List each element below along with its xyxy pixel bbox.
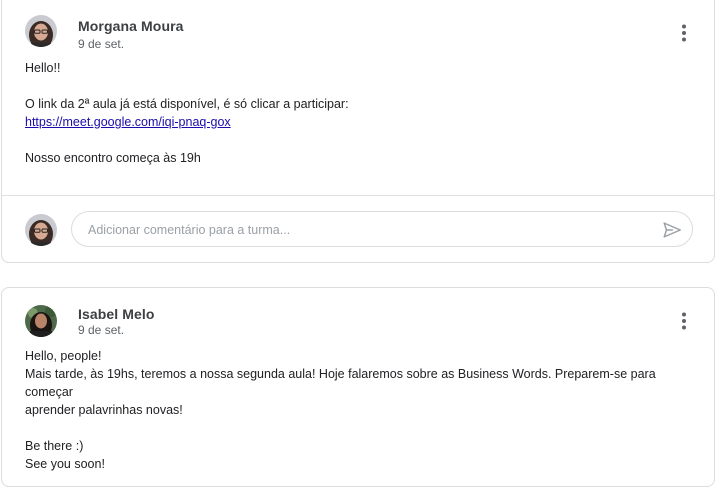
post-text-line: Hello!! <box>25 61 61 75</box>
avatar-image <box>25 214 57 246</box>
post-menu-button[interactable] <box>672 21 696 45</box>
send-icon <box>663 222 681 238</box>
author-avatar[interactable] <box>25 15 57 47</box>
meet-link[interactable]: https://meet.google.com/iqi-pnaq-gox <box>25 115 231 129</box>
author-avatar[interactable] <box>25 305 57 337</box>
author-name[interactable]: Isabel Melo <box>78 306 155 322</box>
author-name[interactable]: Morgana Moura <box>78 18 184 34</box>
post-menu-button[interactable] <box>672 309 696 333</box>
post-card: Isabel Melo 9 de set. Hello, people! Mai… <box>1 287 715 487</box>
post-date: 9 de set. <box>78 323 125 337</box>
current-user-avatar <box>25 214 57 246</box>
post-text-line: See you soon! <box>25 457 105 471</box>
post-text-line: Mais tarde, às 19hs, teremos a nossa seg… <box>25 367 656 399</box>
send-comment-button[interactable] <box>660 218 684 242</box>
comment-field <box>71 211 693 248</box>
comment-input[interactable] <box>86 212 650 248</box>
post-body: Hello, people! Mais tarde, às 19hs, tere… <box>25 347 694 473</box>
post-text-line: Be there :) <box>25 439 84 453</box>
post-text-line: Nosso encontro começa às 19h <box>25 151 201 165</box>
more-vert-icon <box>682 312 686 330</box>
post-text-line: Hello, people! <box>25 349 102 363</box>
more-vert-icon <box>682 24 686 42</box>
post-body: Hello!! O link da 2ª aula já está dispon… <box>25 59 694 167</box>
post-card: Morgana Moura 9 de set. Hello!! O link d… <box>1 0 715 263</box>
comment-row <box>2 196 714 264</box>
post-text-line: O link da 2ª aula já está disponível, é … <box>25 97 349 111</box>
post-date: 9 de set. <box>78 37 125 51</box>
avatar-image <box>25 15 57 47</box>
avatar-image <box>25 305 57 337</box>
post-text-line: aprender palavrinhas novas! <box>25 403 183 417</box>
